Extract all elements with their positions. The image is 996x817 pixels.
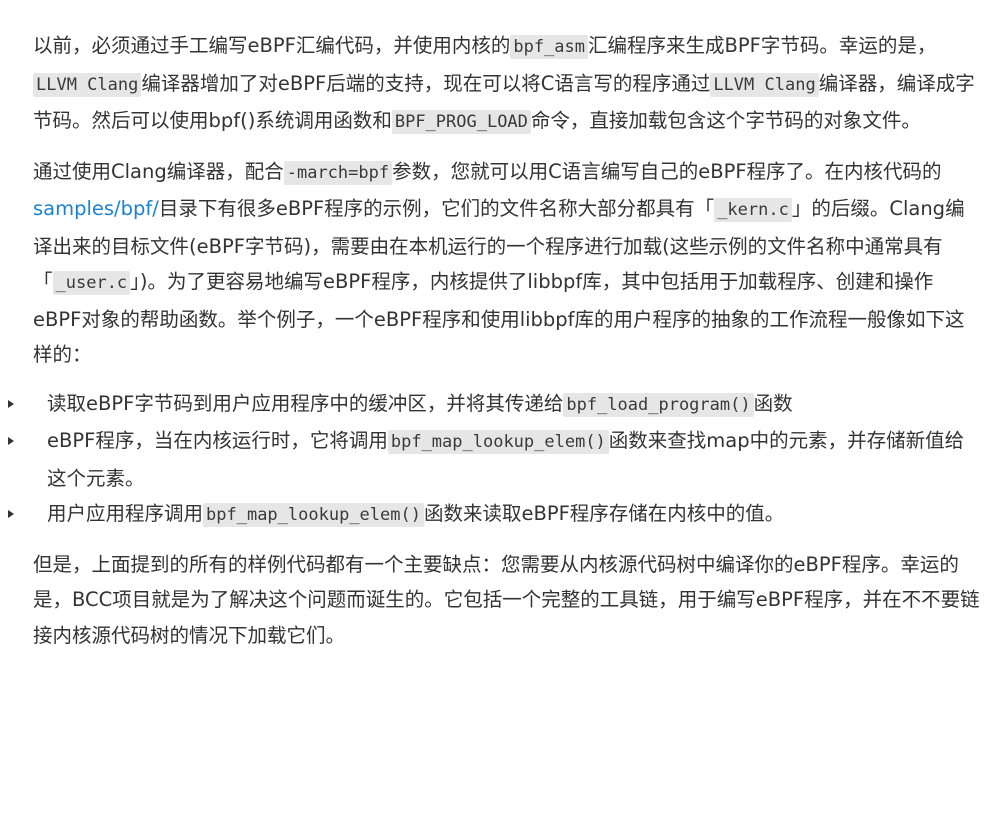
- text: 编译器增加了对eBPF后端的支持，现在可以将C语言写的程序通过: [141, 71, 711, 95]
- text: 但是，上面提到的所有的样例代码都有一个主要缺点：您需要从内核源代码树中编译你的e…: [33, 552, 980, 647]
- inline-code-llvm-clang: LLVM Clang: [33, 72, 142, 97]
- document-page: 以前，必须通过手工编写eBPF汇编代码，并使用内核的 bpf_asm 汇编程序来生成…: [0, 0, 996, 817]
- inline-code-bpf-prog-load: BPF_PROG_LOAD: [391, 110, 531, 134]
- inline-code-user-c: _user.c: [52, 271, 131, 295]
- text: 汇编程序来生成BPF字节码。幸运的是，: [588, 34, 937, 57]
- paragraph-intro: 以前，必须通过手工编写eBPF汇编代码，并使用内核的 bpf_asm 汇编程序来生成…: [33, 28, 980, 141]
- list-item: 读取eBPF字节码到用户应用程序中的缓冲区，并将其传递给 bpf_load_pro…: [8, 386, 980, 424]
- inline-code-march-bpf: -march=bpf: [283, 160, 393, 185]
- list-item: eBPF程序，当在内核运行时，它将调用 bpf_map_lookup_elem()…: [8, 423, 980, 496]
- inline-code-bpf-load-program: bpf_load_program(): [563, 392, 754, 417]
- text: 函数: [753, 391, 793, 415]
- text: 以前，必须通过手工编写eBPF汇编代码，并使用内核的: [33, 34, 511, 57]
- inline-code-bpf-map-lookup-elem: bpf_map_lookup_elem(): [387, 430, 609, 454]
- paragraph-clang: 通过使用Clang编译器，配合 -march=bpf 参数，您就可以用C语言编写自己…: [33, 154, 980, 373]
- workflow-list: 读取eBPF字节码到用户应用程序中的缓冲区，并将其传递给 bpf_load_pro…: [8, 386, 980, 534]
- text: 目录下有很多eBPF程序的示例，它们的文件名称大部分都具有「: [158, 197, 715, 220]
- inline-code-llvm-clang: LLVM Clang: [710, 72, 819, 97]
- list-item: 用户应用程序调用 bpf_map_lookup_elem() 函数来读取eBPF程序…: [8, 496, 980, 534]
- bullet-icon: [8, 437, 14, 445]
- text: 通过使用Clang编译器，配合: [33, 159, 284, 183]
- paragraph-bcc: 但是，上面提到的所有的样例代码都有一个主要缺点：您需要从内核源代码树中编译你的e…: [33, 547, 980, 654]
- inline-code-bpf-asm: bpf_asm: [510, 35, 589, 59]
- bullet-icon: [8, 510, 14, 518]
- text: 参数，您就可以用C语言编写自己的eBPF程序了。在内核代码的: [392, 159, 942, 183]
- inline-code-kern-c: _kern.c: [714, 198, 792, 222]
- samples-bpf-link[interactable]: samples/bpf/: [33, 197, 159, 220]
- inline-code-bpf-map-lookup-elem: bpf_map_lookup_elem(): [203, 503, 424, 527]
- text: 」)。为了更容易地编写eBPF程序，内核提供了libbpf库，其中包括用于加载程…: [33, 270, 965, 366]
- text: 读取eBPF字节码到用户应用程序中的缓冲区，并将其传递给: [47, 391, 564, 415]
- text: 用户应用程序调用: [47, 502, 204, 525]
- text: eBPF程序，当在内核运行时，它将调用: [47, 429, 388, 452]
- text: 命令，直接加载包含这个字节码的对象文件。: [530, 109, 921, 132]
- bullet-icon: [8, 399, 14, 408]
- text: 函数来读取eBPF程序存储在内核中的值。: [423, 502, 785, 525]
